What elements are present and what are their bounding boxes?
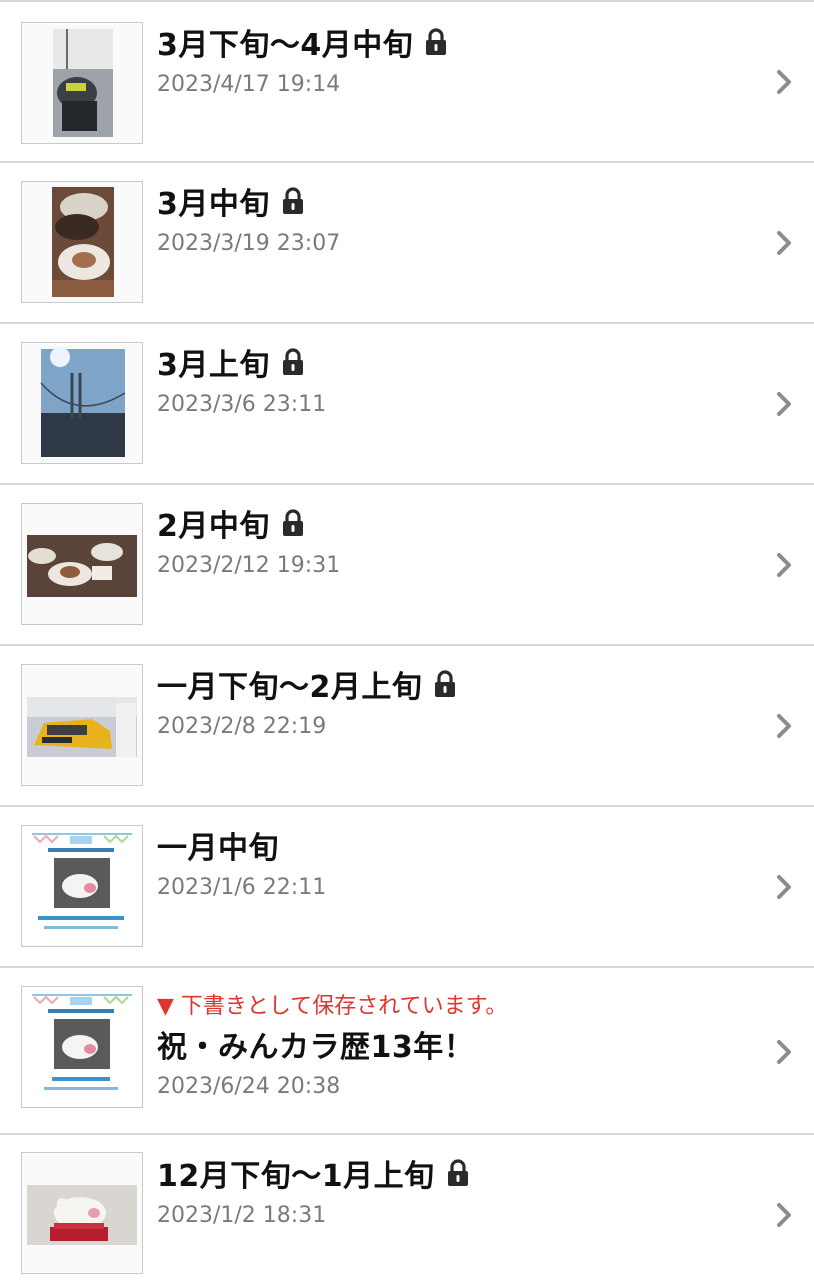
list-item[interactable]: 3月下旬～4月中旬 2023/4/17 19:14	[0, 0, 814, 161]
entry-title: 3月上旬	[157, 348, 270, 383]
lock-icon	[282, 187, 303, 214]
chevron-right-icon	[777, 1040, 791, 1064]
chevron-right-icon	[777, 875, 791, 899]
list-item[interactable]: ▼ 下書きとして保存されています。 祝・みんカラ歴13年！ 2023/6/24 …	[0, 966, 814, 1133]
draft-notice: ▼ 下書きとして保存されています。	[157, 994, 508, 1019]
entry-title: 3月下旬～4月中旬	[157, 28, 414, 63]
list-item[interactable]: 3月中旬 2023/3/19 23:07	[0, 161, 814, 322]
entry-title: 一月下旬～2月上旬	[157, 670, 423, 705]
chevron-right-icon	[777, 714, 791, 738]
entry-title-line: 12月下旬～1月上旬	[157, 1153, 471, 1194]
thumbnail	[21, 825, 143, 947]
chevron-right-icon	[777, 231, 791, 255]
thumbnail	[21, 1152, 143, 1274]
entry-date: 2023/1/6 22:11	[157, 875, 327, 900]
lock-icon	[282, 348, 303, 375]
entry-title-line: 祝・みんカラ歴13年！	[157, 1024, 475, 1065]
entry-date: 2023/1/2 18:31	[157, 1203, 327, 1228]
thumbnail	[21, 342, 143, 464]
entry-title: 2月中旬	[157, 509, 270, 544]
entry-date: 2023/4/17 19:14	[157, 72, 341, 97]
entry-title: 祝・みんカラ歴13年！	[157, 1030, 475, 1065]
entry-title: 3月中旬	[157, 187, 270, 222]
chevron-right-icon	[777, 1203, 791, 1227]
entry-title-line: 3月上旬	[157, 342, 306, 383]
entry-title: 12月下旬～1月上旬	[157, 1159, 435, 1194]
entry-date: 2023/6/24 20:38	[157, 1074, 341, 1099]
entry-title-line: 3月下旬～4月中旬	[157, 22, 449, 63]
thumbnail	[21, 986, 143, 1108]
entry-title-line: 3月中旬	[157, 181, 306, 222]
lock-icon	[435, 670, 456, 697]
list-item[interactable]: 一月下旬～2月上旬 2023/2/8 22:19	[0, 644, 814, 805]
lock-icon	[447, 1159, 468, 1186]
chevron-right-icon	[777, 70, 791, 94]
thumbnail	[21, 22, 143, 144]
lock-icon	[282, 509, 303, 536]
thumbnail	[21, 181, 143, 303]
list-item[interactable]: 3月上旬 2023/3/6 23:11	[0, 322, 814, 483]
chevron-right-icon	[777, 392, 791, 416]
entry-date: 2023/3/19 23:07	[157, 231, 341, 256]
list-item[interactable]: 12月下旬～1月上旬 2023/1/2 18:31	[0, 1133, 814, 1280]
entry-title-line: 2月中旬	[157, 503, 306, 544]
chevron-right-icon	[777, 553, 791, 577]
entry-title: 一月中旬	[157, 831, 279, 866]
entry-date: 2023/3/6 23:11	[157, 392, 327, 417]
thumbnail	[21, 503, 143, 625]
entry-date: 2023/2/8 22:19	[157, 714, 327, 739]
entry-date: 2023/2/12 19:31	[157, 553, 341, 578]
thumbnail	[21, 664, 143, 786]
lock-icon	[426, 28, 447, 55]
list-item[interactable]: 一月中旬 2023/1/6 22:11	[0, 805, 814, 966]
list-item[interactable]: 2月中旬 2023/2/12 19:31	[0, 483, 814, 644]
entry-title-line: 一月下旬～2月上旬	[157, 664, 458, 705]
entry-title-line: 一月中旬	[157, 825, 279, 866]
